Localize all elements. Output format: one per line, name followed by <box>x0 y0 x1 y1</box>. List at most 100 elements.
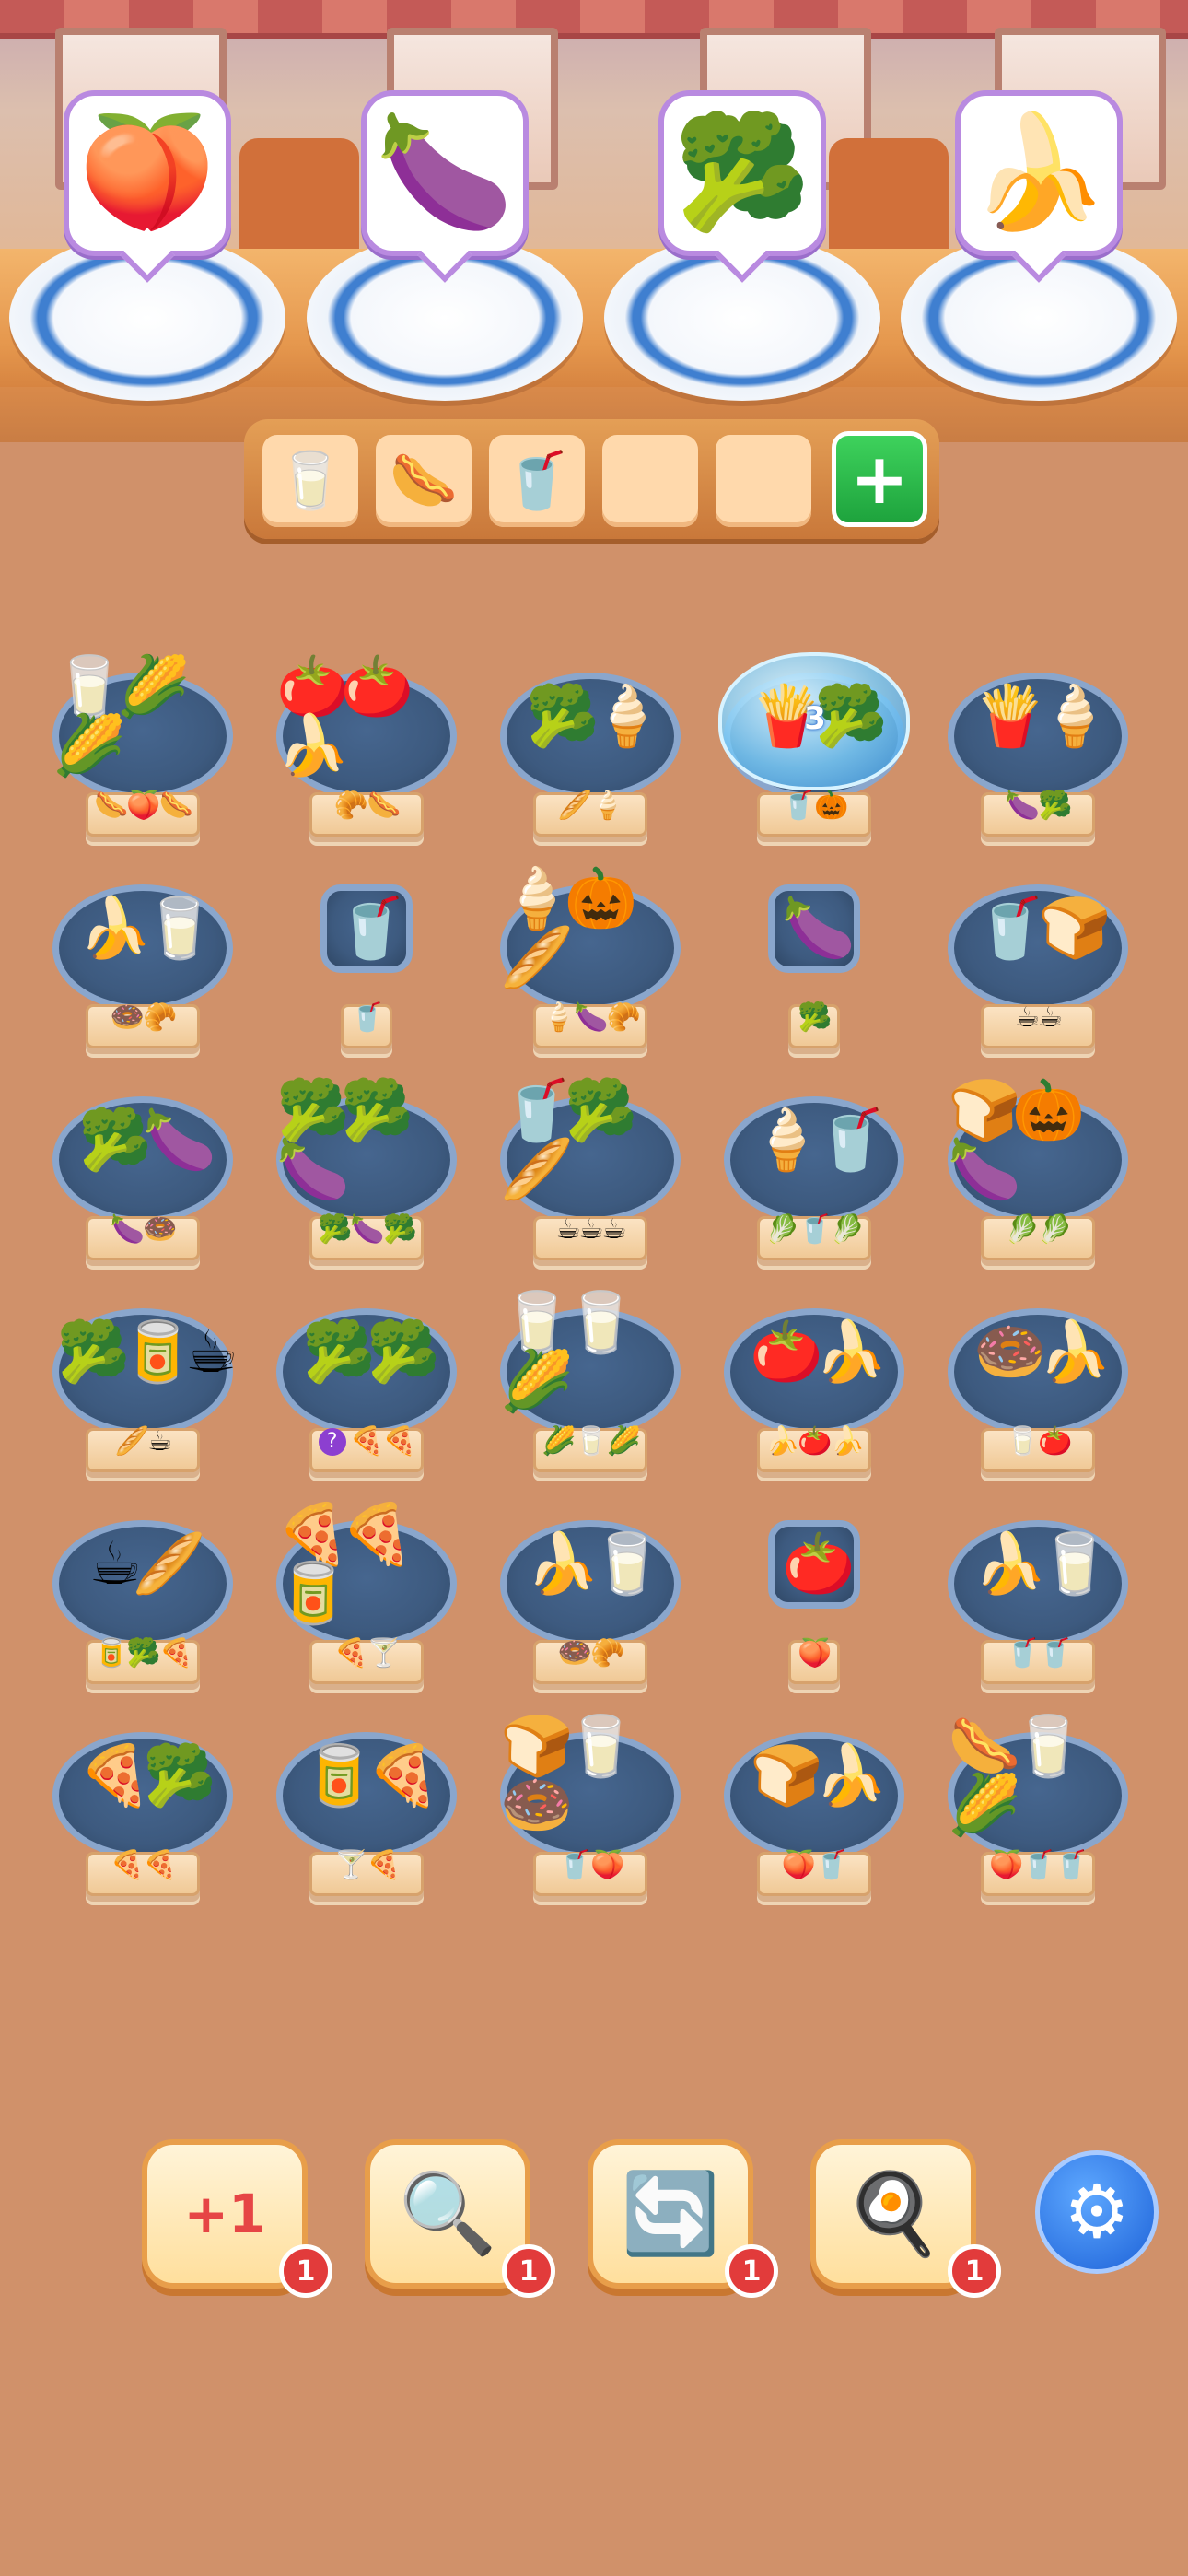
pan-food-items[interactable]: 🍅🍌 <box>724 1297 904 1408</box>
stacked-food-items: 🍕🍸 <box>333 1637 402 1669</box>
stacked-food-items: 🍕🍕 <box>110 1849 178 1881</box>
stacked-food-items: 🍌🍅🍌 <box>764 1425 865 1458</box>
settings-gear-button[interactable]: ⚙ <box>1035 2150 1159 2274</box>
pan-food-items[interactable]: 🥫🍕 <box>276 1721 457 1832</box>
board-cell[interactable]: 🥤🥦🥖 ☕☕☕ <box>500 1082 681 1281</box>
board-cell[interactable]: 🥤 🥤 <box>276 884 457 1069</box>
holding-slot-empty[interactable] <box>602 435 698 527</box>
pan-food-items[interactable]: 🌭🥛🌽 <box>948 1717 1128 1835</box>
pan-food-items[interactable]: 🍕🥦 <box>52 1721 233 1832</box>
board-cell[interactable]: 🥦🥫☕ 🥖☕ <box>52 1308 238 1493</box>
stacked-food-preview: 🍸🍕 <box>309 1845 424 1886</box>
pan-food-items[interactable]: 🥦🍦 <box>500 662 681 772</box>
stacked-food-items: ☕☕☕ <box>555 1213 627 1246</box>
pan-food-items[interactable]: 🥛🥛🌽 <box>500 1294 681 1411</box>
pan-food-items[interactable]: 🥦🥦🍆 <box>276 1082 457 1200</box>
pan-food-items[interactable]: 🍅 <box>724 1509 904 1620</box>
pan-food-items[interactable]: ☕🥖 <box>52 1509 233 1620</box>
board-cell[interactable]: 🥛🥛🌽 🌽🥛🌽 <box>500 1294 681 1493</box>
pan-food-items[interactable]: 🍞🥛🍩 <box>500 1717 681 1835</box>
stacked-food-items: 🍦🍆🥐 <box>541 1001 641 1034</box>
stacked-food-preview: 🍆🥦 <box>981 786 1095 826</box>
pan-food-items[interactable]: 🥤🥦🥖 <box>500 1082 681 1200</box>
stacked-food-items: 🍑🥤🥤 <box>988 1849 1089 1881</box>
pan-food-items[interactable]: 🍌🥛 <box>948 1509 1128 1620</box>
board-cell[interactable]: 🥦🍦 🥖🍦 <box>500 673 681 857</box>
board-cell[interactable]: 🥫🍕 🍸🍕 <box>276 1732 457 1916</box>
stacked-food-items: 🍩🥐 <box>557 1637 625 1669</box>
stacked-food-preview: 🥬🥬 <box>981 1210 1095 1250</box>
pan-food-items[interactable]: 🍕🍕🥫 <box>276 1505 457 1623</box>
board-cell[interactable]: ☕🥖 🥫🥦🍕 <box>52 1520 233 1704</box>
stacked-food-items: ☕☕ <box>1015 1001 1063 1034</box>
spatula-icon: 🍳 <box>844 2168 943 2260</box>
pan-food-items[interactable]: 🍞🎃🍆 <box>948 1082 1128 1200</box>
board-cell[interactable]: 🍌🥛 🍩🥐 <box>52 884 233 1069</box>
board-cell[interactable]: 🍕🥦 🍕🍕 <box>52 1732 233 1916</box>
pan-food-items[interactable]: 🍅🍅🍌 <box>276 658 457 776</box>
holding-slot-cola-icon[interactable]: 🥤 <box>489 435 585 527</box>
holding-slot-empty[interactable] <box>716 435 811 527</box>
board-cell[interactable]: 🍅🍅🍌 🥐🌭 <box>276 658 457 857</box>
magnifier-icon: 🔍 <box>398 2168 497 2260</box>
board-cell[interactable]: 🍦🎃🥖 🍦🍆🥐 <box>500 870 681 1069</box>
stacked-food-items: 🍆🥦 <box>1005 790 1073 822</box>
stacked-food-preview: 🥦 <box>757 998 871 1038</box>
board-cell[interactable]: 🥛🌽🌽 🌭🍑🌭 <box>52 658 233 857</box>
shuffle-icon: 🔄 <box>621 2168 720 2260</box>
board-cell[interactable]: 🍕🍕🥫 🍕🍸 <box>276 1505 457 1704</box>
stacked-food-preview: 🍕🍕 <box>86 1845 200 1886</box>
stacked-food-preview: 🥛🍅 <box>981 1422 1095 1462</box>
board-cell[interactable]: 🍞🥛🍩 🥤🍑 <box>500 1717 681 1916</box>
pan-food-items[interactable]: 🥤🍞 <box>948 873 1128 984</box>
mystery-item-icon: ? <box>318 1428 346 1456</box>
pan-food-items[interactable]: 🥦🥫☕ <box>52 1297 239 1408</box>
board-cell[interactable]: 🥤🍞 ☕☕ <box>948 884 1128 1069</box>
board-cell[interactable]: 🍅 🍑 <box>724 1520 904 1704</box>
add-slot-button[interactable]: + <box>832 431 927 527</box>
stacked-food-preview: 🍦🍆🥐 <box>533 998 647 1038</box>
stacked-food-preview: 🍑🥤 <box>757 1845 871 1886</box>
pan-food-items[interactable]: 🍆 <box>724 873 904 984</box>
holding-slot-milk-icon[interactable]: 🥛 <box>262 435 358 527</box>
stacked-food-preview: 🍑 <box>757 1633 871 1674</box>
board-cell[interactable]: 🍌🥛 🥤🥤 <box>948 1520 1128 1704</box>
board-cell[interactable]: 🍅🍌 🍌🍅🍌 <box>724 1308 904 1493</box>
stacked-food-items: 🌽🥛🌽 <box>541 1425 641 1458</box>
pan-food-items[interactable]: 🍦🎃🥖 <box>500 870 681 988</box>
pan-food-items[interactable]: 🍌🥛 <box>500 1509 681 1620</box>
board-cell[interactable]: 🍆 🥦 <box>724 884 904 1069</box>
stacked-food-preview: 🥖🍦 <box>533 786 647 826</box>
booster-count-badge: 1 <box>279 2244 332 2298</box>
broccoli-order-icon: 🥦 <box>658 90 826 256</box>
board-cell[interactable]: 🍦🥤 🥬🥤🥬 <box>724 1096 904 1281</box>
pan-food-items[interactable]: 🍦🥤 <box>724 1085 904 1196</box>
pan-food-items[interactable]: 🍟🍦 <box>948 662 1128 772</box>
board-cell[interactable]: 🍟🥦 3 🥤🎃 <box>718 652 910 857</box>
pan-food-items[interactable]: 🥛🌽🌽 <box>52 658 233 776</box>
pan-food-items[interactable]: 🥦🥦 <box>276 1297 457 1408</box>
board-cell[interactable]: 🍌🥛 🍩🥐 <box>500 1520 681 1704</box>
booth-seat <box>239 138 359 249</box>
booth-seat <box>829 138 949 249</box>
board-cell[interactable]: 🥦🥦🍆 🥦🍆🥦 <box>276 1082 457 1281</box>
stacked-food-items: 🥤🍑 <box>557 1849 625 1881</box>
board-cell[interactable]: 🥦🍆 🍆🍩 <box>52 1096 233 1281</box>
pan-food-items[interactable]: 🥤 <box>276 873 457 984</box>
stacked-food-items: 🥖☕ <box>114 1425 172 1458</box>
pan-food-items[interactable]: 🥦🍆 <box>52 1085 233 1196</box>
board-cell[interactable]: 🌭🥛🌽 🍑🥤🥤 <box>948 1717 1128 1916</box>
pan-food-items[interactable]: 🍞🍌 <box>724 1721 904 1832</box>
stacked-food-preview: 🥤🥤 <box>981 1633 1095 1674</box>
pan-food-items[interactable]: 🍌🥛 <box>52 873 233 984</box>
pan-food-items[interactable]: 🍩🍌 <box>948 1297 1128 1408</box>
board-cell[interactable]: 🍩🍌 🥛🍅 <box>948 1308 1128 1493</box>
board-cell[interactable]: 🍞🎃🍆 🥬🥬 <box>948 1082 1128 1281</box>
stacked-food-preview: ☕☕☕ <box>533 1210 647 1250</box>
holding-slot-hotdog-icon[interactable]: 🌭 <box>376 435 472 527</box>
board-cell[interactable]: 🍞🍌 🍑🥤 <box>724 1732 904 1916</box>
stacked-food-preview: 🥬🥤🥬 <box>757 1210 871 1250</box>
board-cell[interactable]: 🍟🍦 🍆🥦 <box>948 673 1128 857</box>
stacked-food-items: 🍑 <box>798 1637 832 1669</box>
board-cell[interactable]: 🥦🥦? 🍕🍕 <box>276 1308 457 1493</box>
